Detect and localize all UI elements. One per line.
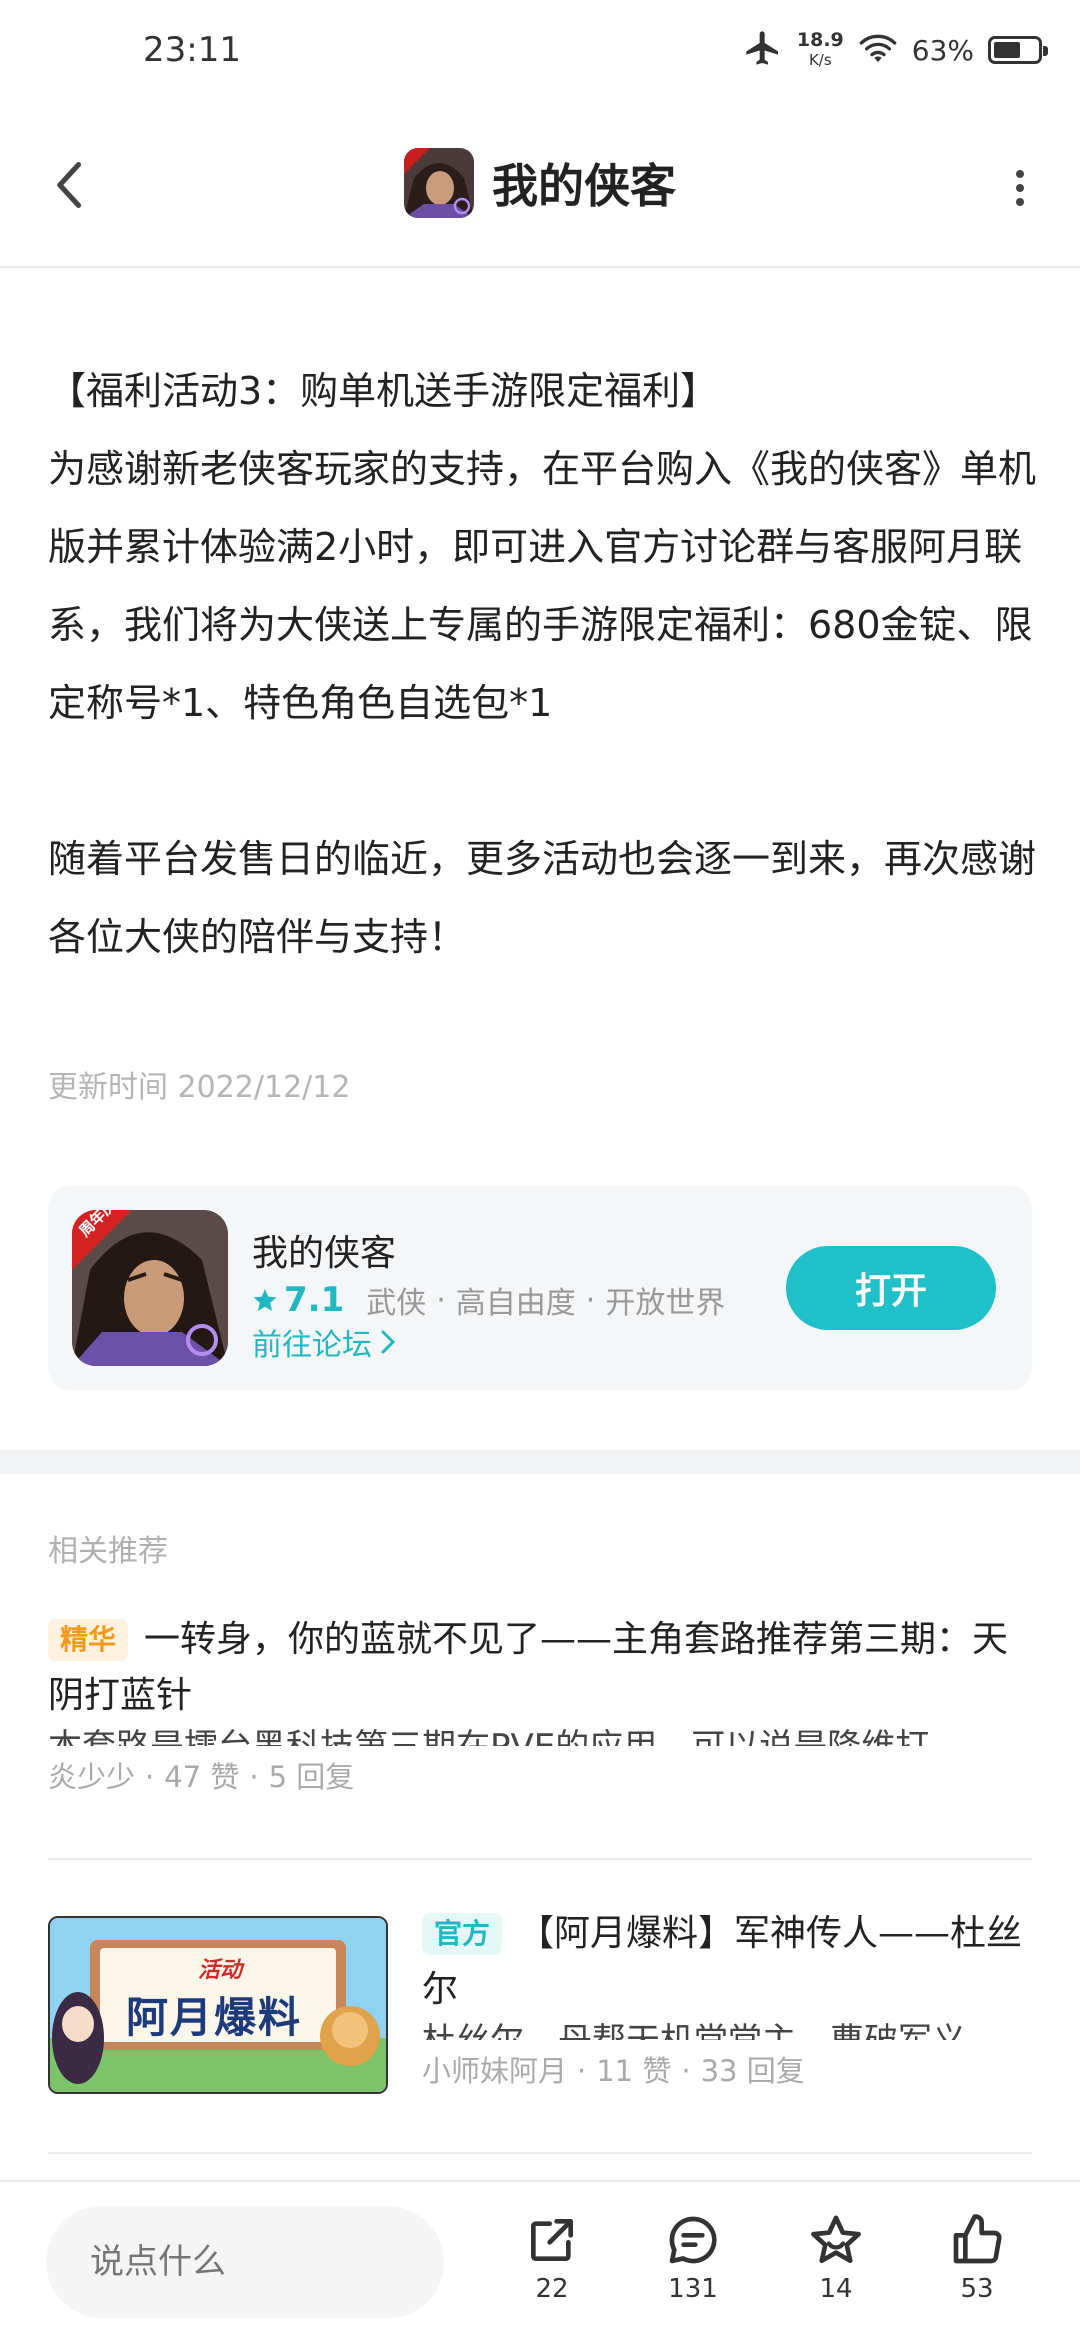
post-likes: 11 赞 (596, 2054, 672, 2088)
share-button[interactable]: 22 (502, 2212, 602, 2304)
comment-count: 131 (668, 2274, 718, 2304)
tag: 武侠 (366, 1286, 427, 1321)
battery-percent: 63% (911, 33, 974, 67)
update-time: 更新时间 2022/12/12 (48, 1070, 351, 1105)
related-section-title: 相关推荐 (48, 1534, 168, 1569)
favorite-count: 14 (819, 2274, 853, 2304)
divider (48, 2152, 1032, 2154)
share-icon (531, 2219, 573, 2261)
section-divider (0, 1450, 1080, 1474)
wifi-icon (858, 31, 898, 69)
post-replies: 5 回复 (268, 1760, 355, 1794)
featured-badge: 精华 (48, 1619, 129, 1661)
post-likes: 47 赞 (164, 1760, 240, 1794)
post-title: 精华 一转身，你的蓝就不见了——主角套路推荐第三期：天阴打蓝针 (48, 1612, 1032, 1724)
forum-link-label: 前往论坛 (252, 1328, 372, 1363)
post-title-text: 【阿月爆料】军神传人——杜丝尔 (422, 1913, 1023, 2010)
status-time: 23:11 (143, 30, 241, 70)
post-replies: 33 回复 (700, 2054, 805, 2088)
more-vertical-icon (1016, 170, 1024, 206)
star-outline-icon (811, 2215, 861, 2264)
favorite-button[interactable]: 14 (786, 2212, 886, 2304)
status-icons: 18.9 K/s 63% (743, 22, 1048, 78)
post-meta: 小师妹阿月 · 11 赞 · 33 回复 (422, 2054, 805, 2088)
post-author: 炎少少 (48, 1760, 136, 1794)
related-post[interactable]: 官方【阿月爆料】军神传人——杜丝尔 杜丝尔，丹帮天机堂堂主，曹破军义 小师妹阿月… (422, 1906, 1032, 2090)
tag-separator: · (436, 1282, 446, 1318)
more-options-button[interactable] (1000, 158, 1040, 218)
thumb-small-text: 活动 (198, 1958, 243, 1983)
like-button[interactable]: 53 (927, 2212, 1027, 2304)
chevron-right-icon (381, 1330, 396, 1354)
game-icon (404, 148, 474, 218)
article-body: 【福利活动3：购单机送手游限定福利】 为感谢新老侠客玩家的支持，在平台购入《我的… (48, 352, 1038, 976)
speed-value: 18.9 (796, 29, 844, 51)
post-snippet: 本套路是擂台黑科技第三期在PVE的应用，可以说是降维打 (48, 1724, 1032, 1746)
post-thumbnail[interactable]: 活动 阿月爆料 (48, 1916, 388, 2094)
star-icon (253, 1289, 277, 1311)
post-title-text: 一转身，你的蓝就不见了——主角套路推荐第三期：天阴打蓝针 (48, 1619, 1009, 1716)
speed-unit: K/s (808, 51, 832, 69)
bottom-action-bar: 22 131 14 53 (0, 2180, 1080, 2342)
comment-icon (669, 2216, 717, 2264)
page-title: 我的侠客 (492, 159, 676, 213)
related-post[interactable]: 精华一转身，你的蓝就不见了——主角套路推荐第三期：天阴打蓝针 本套路是擂台黑科技… (48, 1612, 1032, 1796)
open-button[interactable]: 打开 (786, 1246, 996, 1330)
article-paragraph: 随着平台发售日的临近，更多活动也会逐一到来，再次感谢各位大侠的陪伴与支持！ (48, 837, 1037, 959)
app-name: 我的侠客 (252, 1233, 397, 1274)
airplane-icon (743, 28, 783, 72)
battery-icon (988, 36, 1048, 64)
forum-link[interactable]: 前往论坛 (252, 1320, 396, 1364)
comment-button[interactable]: 131 (643, 2212, 743, 2304)
network-speed: 18.9 K/s (797, 30, 844, 70)
post-meta: 炎少少 · 47 赞 · 5 回复 (48, 1760, 355, 1794)
app-card[interactable]: 周年庆 我的侠客 7.1 武侠 · 高自由度 · 开放世界 前往论坛 打开 (48, 1186, 1032, 1390)
tag: 高自由度 (455, 1286, 576, 1321)
share-count: 22 (535, 2274, 569, 2304)
post-snippet: 杜丝尔，丹帮天机堂堂主，曹破军义 (422, 2018, 1032, 2040)
divider (48, 1858, 1032, 1860)
post-title: 官方 【阿月爆料】军神传人——杜丝尔 (422, 1906, 1032, 2018)
like-count: 53 (960, 2274, 994, 2304)
app-icon: 周年庆 (72, 1210, 228, 1366)
header-title-group: 我的侠客 (0, 148, 1080, 218)
article-paragraph: 【福利活动3：购单机送手游限定福利】 (48, 369, 719, 413)
post-author: 小师妹阿月 (422, 2054, 568, 2088)
rating-row: 7.1 武侠 · 高自由度 · 开放世界 (252, 1278, 725, 1322)
tag: 开放世界 (605, 1286, 726, 1321)
article-paragraph: 为感谢新老侠客玩家的支持，在平台购入《我的侠客》单机版并累计体验满2小时，即可进… (48, 447, 1037, 725)
comment-input[interactable] (46, 2206, 444, 2318)
official-badge: 官方 (422, 1913, 503, 1955)
tag-separator: · (585, 1282, 596, 1318)
top-nav-bar: 我的侠客 (0, 110, 1080, 268)
thumb-big-text: 阿月爆料 (126, 1993, 303, 2042)
rating-value: 7.1 (284, 1280, 345, 1320)
thumbs-up-icon (953, 2214, 1002, 2264)
